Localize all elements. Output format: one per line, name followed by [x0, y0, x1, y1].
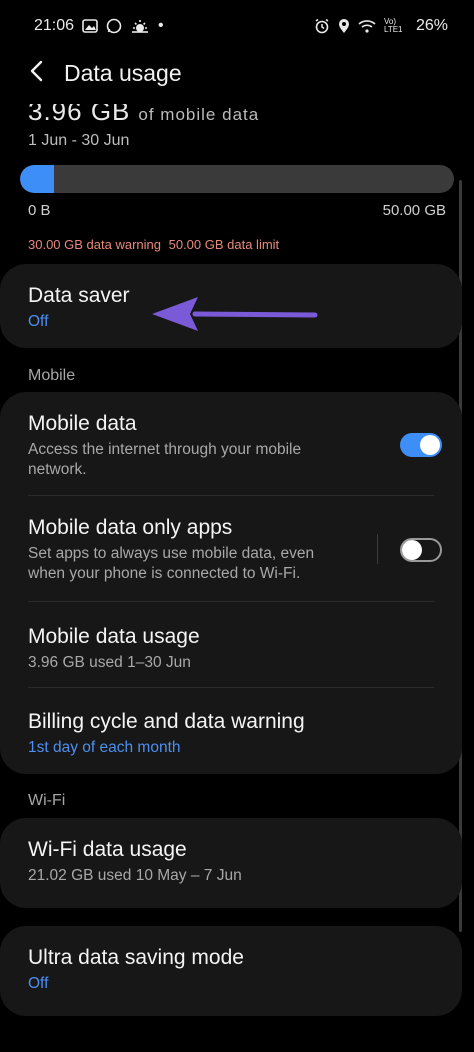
mobile-only-apps-desc: Set apps to always use mobile data, even…	[28, 545, 315, 582]
billing-cycle-title: Billing cycle and data warning	[28, 710, 305, 733]
ultra-saving-card[interactable]: Ultra data saving mode Off	[0, 926, 462, 1016]
signal-lte-icon: Vo) LTE1	[384, 18, 408, 34]
mobile-only-apps-toggle[interactable]	[400, 538, 442, 562]
mobile-data-title: Mobile data	[28, 412, 137, 435]
wifi-card[interactable]: Wi-Fi data usage 21.02 GB used 10 May – …	[0, 818, 462, 908]
back-button[interactable]	[16, 53, 56, 93]
mobile-data-usage-row[interactable]: Mobile data usage 3.96 GB used 1–30 Jun	[0, 602, 462, 688]
usage-bar-min: 0 B	[28, 202, 51, 219]
ultra-saving-title: Ultra data saving mode	[28, 946, 244, 969]
usage-progress-bar	[20, 165, 454, 193]
mobile-data-usage-title: Mobile data usage	[28, 625, 200, 648]
data-warning-text: 30.00 GB data warning	[28, 237, 161, 252]
page-title: Data usage	[64, 59, 182, 86]
data-limit-text: 50.00 GB data limit	[168, 237, 280, 252]
status-bar: 21:06 • Vo) LTE1 26%	[0, 0, 474, 52]
usage-progress-fill	[20, 165, 55, 193]
mobile-only-apps-title: Mobile data only apps	[28, 516, 233, 539]
billing-cycle-row[interactable]: Billing cycle and data warning 1st day o…	[0, 688, 462, 774]
whatsapp-icon	[106, 18, 122, 34]
status-right: Vo) LTE1 26%	[314, 17, 448, 35]
wifi-data-usage-title: Wi-Fi data usage	[28, 838, 187, 861]
alarm-icon	[314, 18, 330, 34]
toggle-knob	[420, 435, 440, 455]
clock: 21:06	[34, 17, 75, 34]
ultra-saving-status: Off	[28, 975, 49, 992]
status-left: 21:06 •	[34, 17, 164, 35]
battery-percent: 26%	[415, 17, 448, 34]
wifi-icon	[358, 19, 376, 33]
location-icon	[338, 18, 350, 34]
network-label: Vo) LTE1	[383, 17, 403, 34]
annotation-arrow-icon	[150, 293, 320, 340]
mobile-card: Mobile data Access the internet through …	[0, 392, 462, 774]
toggle-knob	[402, 540, 422, 560]
usage-amount-value: 3.96 GB	[28, 96, 131, 126]
mobile-data-desc: Access the internet through your mobile …	[28, 441, 302, 478]
gallery-icon	[82, 19, 98, 33]
wifi-data-usage-row[interactable]: Wi-Fi data usage 21.02 GB used 10 May – …	[0, 818, 462, 886]
back-arrow-icon	[29, 60, 43, 87]
limits-line: 30.00 GB data warning 50.00 GB data limi…	[28, 237, 279, 252]
usage-bar-max: 50.00 GB	[382, 202, 446, 219]
usage-of-text: of mobile data	[138, 105, 260, 124]
mobile-only-apps-row[interactable]: Mobile data only apps Set apps to always…	[0, 496, 462, 602]
wifi-data-usage-desc: 21.02 GB used 10 May – 7 Jun	[28, 867, 242, 884]
mobile-data-usage-desc: 3.96 GB used 1–30 Jun	[28, 654, 191, 671]
section-label-mobile: Mobile	[28, 367, 76, 384]
weather-icon	[130, 18, 150, 34]
ultra-saving-row[interactable]: Ultra data saving mode Off	[0, 926, 462, 994]
notification-dot: •	[158, 17, 164, 34]
date-range: 1 Jun - 30 Jun	[28, 132, 130, 149]
usage-amount: 3.96 GB of mobile data	[28, 96, 260, 127]
mobile-data-toggle[interactable]	[400, 433, 442, 457]
billing-cycle-desc: 1st day of each month	[28, 739, 181, 756]
section-label-wifi: Wi-Fi	[28, 792, 66, 809]
mobile-data-row[interactable]: Mobile data Access the internet through …	[0, 392, 462, 496]
vertical-divider	[377, 534, 378, 564]
app-header: Data usage	[0, 48, 474, 98]
